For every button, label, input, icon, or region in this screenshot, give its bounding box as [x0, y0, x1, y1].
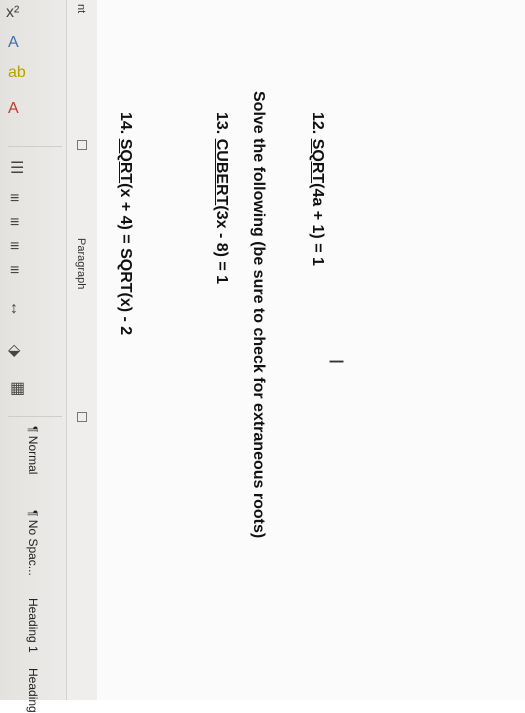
dialog-launcher-icon[interactable] — [77, 140, 87, 150]
problem-function: CUBERT — [213, 138, 230, 206]
align-right-icon[interactable]: ≡ — [10, 238, 19, 256]
problem-number: 12. — [309, 112, 326, 135]
ribbon: x² A ab A ☰ ≡ ≡ ≡ ≡ ↕ ⬙ ▦ ¶ Normal ¶ No … — [0, 0, 97, 713]
instruction-text: Solve the following (be sure to check fo… — [250, 91, 267, 539]
text-cursor-icon: I — [324, 358, 347, 365]
group-separator — [8, 146, 62, 147]
align-left-icon[interactable]: ≡ — [10, 190, 19, 208]
superscript-icon[interactable]: x² — [6, 4, 19, 22]
problem-function: SQRT — [117, 138, 134, 184]
dialog-launcher-icon[interactable] — [77, 412, 87, 422]
line-spacing-icon[interactable]: ↕ — [10, 300, 18, 318]
shading-icon[interactable]: ⬙ — [8, 340, 20, 360]
paragraph-group-label: Paragraph — [75, 238, 87, 290]
highlight-icon[interactable]: ab — [8, 64, 26, 82]
problem-expression: (x + 4) = SQRT(x) - 2 — [117, 183, 134, 336]
ribbon-group-label-bar: nt Paragraph — [66, 0, 97, 700]
style-normal[interactable]: ¶ Normal — [26, 426, 40, 474]
problem-13: 13. CUBERT(3x - 8) = 1 — [212, 112, 230, 284]
style-heading-1[interactable]: Heading 1 — [26, 598, 40, 653]
problem-14: 14. SQRT(x + 4) = SQRT(x) - 2 — [116, 112, 134, 335]
problem-expression: (4a + 1) = 1 — [309, 183, 326, 266]
style-no-spacing[interactable]: ¶ No Spac... — [26, 510, 40, 576]
group-separator — [8, 416, 62, 417]
bullets-icon[interactable]: ☰ — [10, 158, 24, 178]
problem-expression: (3x - 8) = 1 — [213, 205, 230, 285]
ribbon-left-edge-text: nt — [75, 4, 87, 14]
text-effects-icon[interactable]: A — [8, 34, 19, 52]
problem-12: 12. SQRT(4a + 1) = 1 — [308, 112, 326, 266]
style-heading-2[interactable]: Heading — [26, 668, 40, 713]
borders-icon[interactable]: ▦ — [10, 378, 25, 398]
document-page[interactable]: Solve the following (be sure to check fo… — [97, 0, 525, 700]
problem-function: SQRT — [309, 138, 326, 184]
problem-number: 13. — [213, 112, 230, 135]
problem-number: 14. — [117, 112, 134, 135]
center-icon[interactable]: ≡ — [10, 214, 19, 232]
justify-icon[interactable]: ≡ — [10, 262, 19, 280]
font-color-icon[interactable]: A — [8, 100, 19, 118]
